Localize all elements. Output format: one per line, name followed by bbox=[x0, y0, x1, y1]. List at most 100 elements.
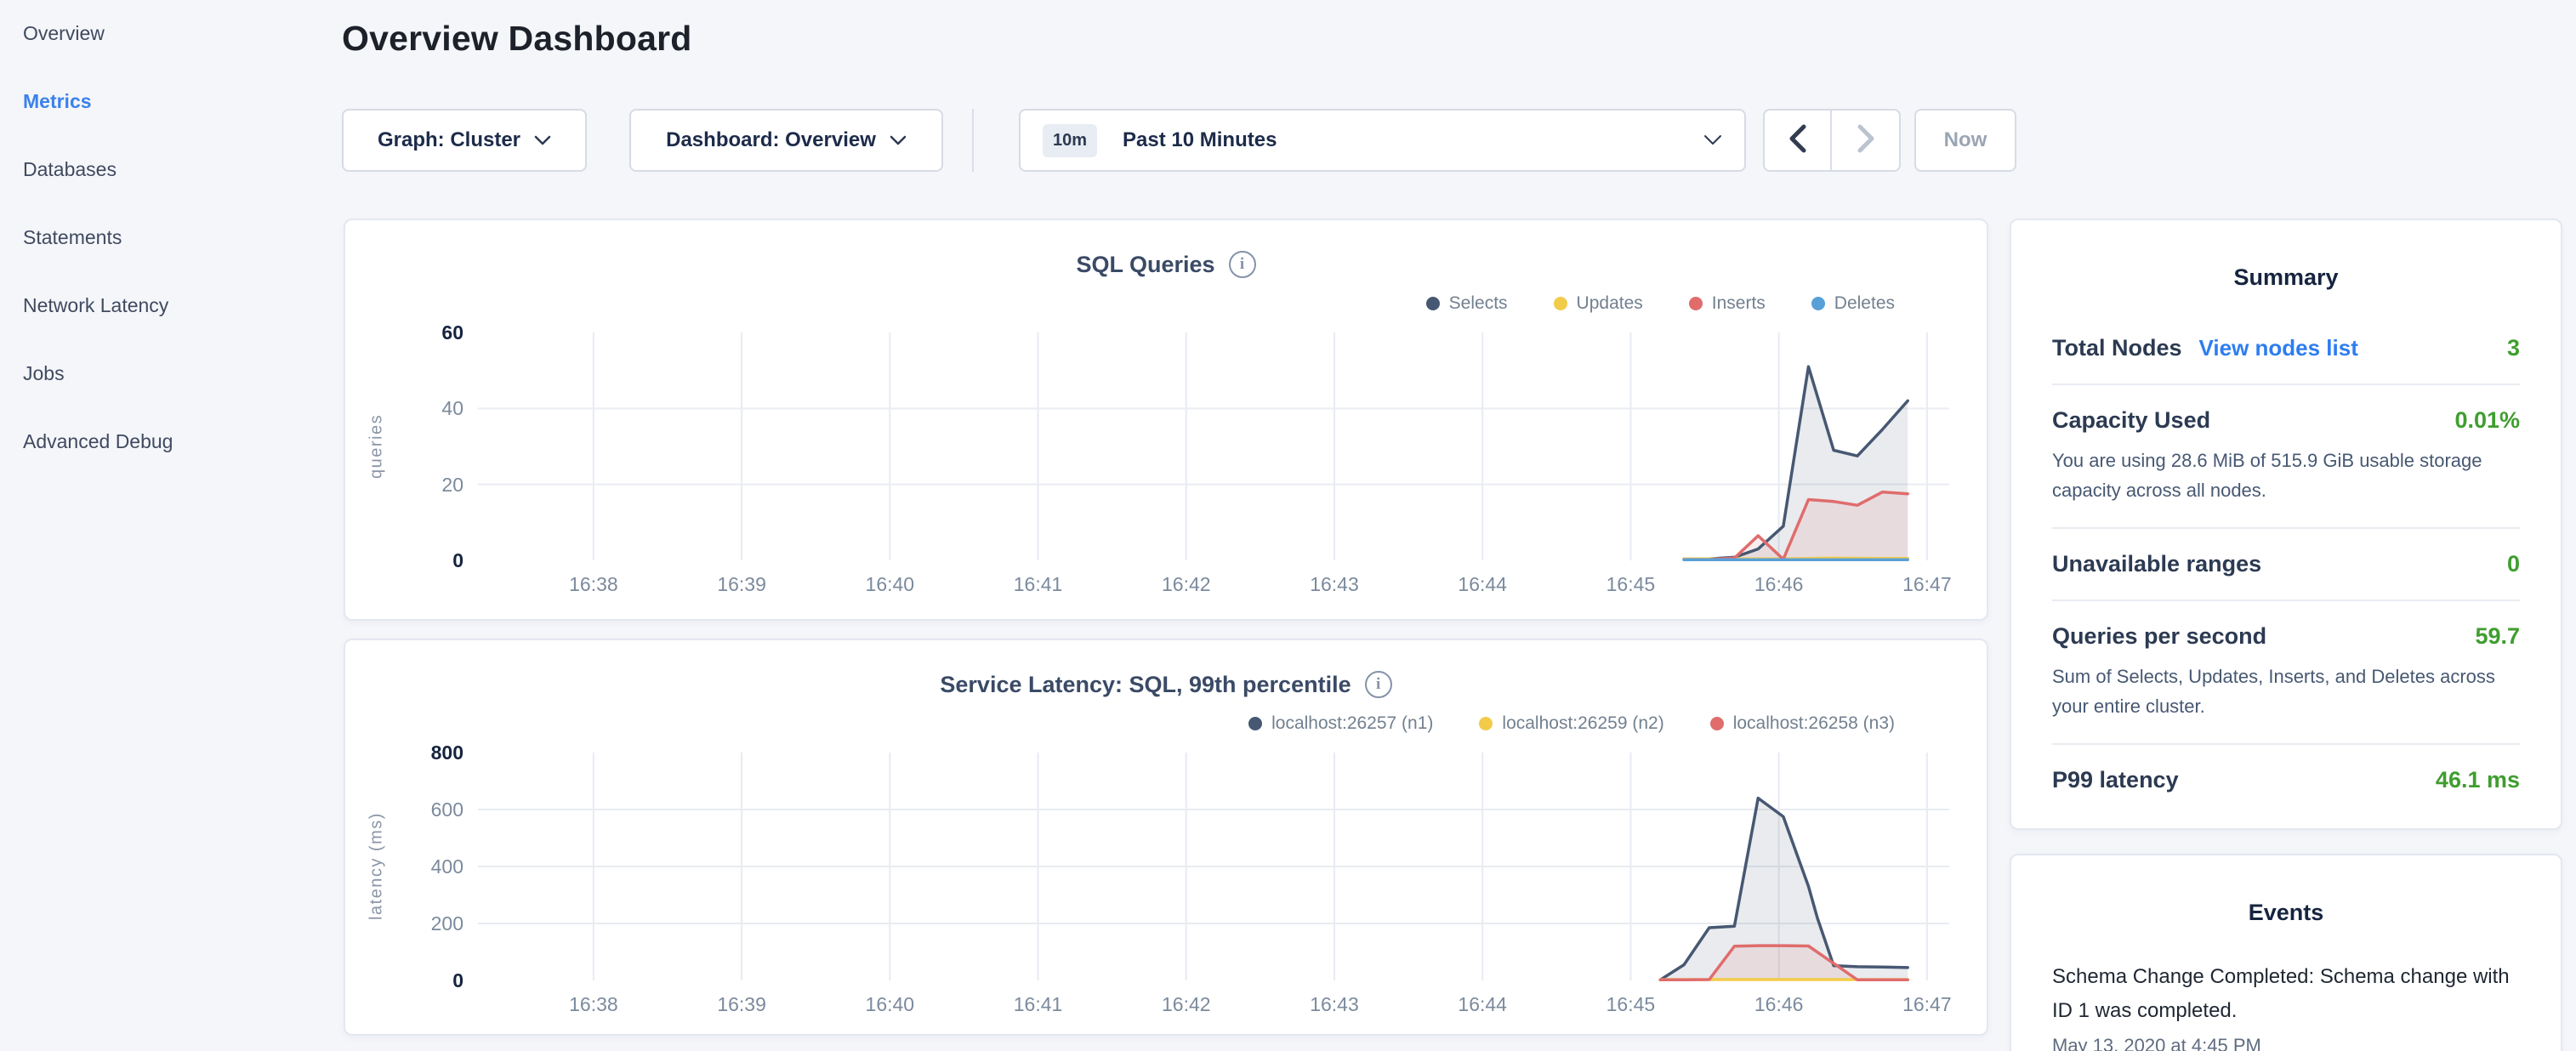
sidebar-item-statements[interactable]: Statements bbox=[23, 224, 122, 251]
sidebar-item-advanced-debug[interactable]: Advanced Debug bbox=[23, 428, 173, 455]
x-tick-label: 16:39 bbox=[695, 572, 788, 596]
graph-dropdown-label: Graph: Cluster bbox=[378, 128, 520, 152]
info-icon[interactable]: i bbox=[1365, 671, 1392, 698]
event-text: Schema Change Completed: Schema change w… bbox=[2052, 960, 2520, 1028]
time-range-label: Past 10 Minutes bbox=[1123, 128, 1277, 152]
sidebar-item-databases[interactable]: Databases bbox=[23, 156, 117, 183]
time-range-badge: 10m bbox=[1043, 124, 1097, 157]
x-tick-label: 16:42 bbox=[1140, 572, 1233, 596]
legend-item[interactable]: localhost:26257 (n1) bbox=[1248, 713, 1433, 734]
chart-svg bbox=[478, 753, 1949, 980]
stat-value: 59.7 bbox=[2475, 623, 2520, 650]
view-nodes-list-link[interactable]: View nodes list bbox=[2199, 335, 2358, 361]
chevron-down-icon bbox=[890, 135, 907, 146]
summary-capacity-used: Capacity Used 0.01% You are using 28.6 M… bbox=[2052, 383, 2520, 527]
events-panel: Events Schema Change Completed: Schema c… bbox=[2010, 854, 2562, 1051]
x-tick-label: 16:41 bbox=[992, 992, 1085, 1016]
x-tick-label: 16:39 bbox=[695, 992, 788, 1016]
legend-dot-icon bbox=[1710, 717, 1724, 730]
stat-value: 46.1 ms bbox=[2436, 767, 2520, 793]
chevron-down-icon bbox=[1703, 134, 1722, 146]
legend-dot-icon bbox=[1811, 297, 1825, 310]
x-tick-label: 16:44 bbox=[1436, 572, 1529, 596]
x-tick-label: 16:41 bbox=[992, 572, 1085, 596]
x-tick-label: 16:44 bbox=[1436, 992, 1529, 1016]
chart-legend: Selects Updates Inserts Deletes bbox=[1426, 293, 1895, 314]
legend-dot-icon bbox=[1426, 297, 1440, 310]
stat-value: 0.01% bbox=[2454, 407, 2520, 434]
sidebar: Overview Metrics Databases Statements Networ… bbox=[0, 0, 340, 1051]
x-tick-label: 16:38 bbox=[547, 992, 640, 1016]
stat-description: You are using 28.6 MiB of 515.9 GiB usab… bbox=[2052, 446, 2520, 505]
sidebar-item-jobs[interactable]: Jobs bbox=[23, 360, 65, 387]
y-tick-label: 60 bbox=[382, 321, 463, 344]
stat-description: Sum of Selects, Updates, Inserts, and De… bbox=[2052, 662, 2520, 721]
event-time: May 13, 2020 at 4:45 PM bbox=[2052, 1035, 2520, 1051]
now-button[interactable]: Now bbox=[1914, 109, 2016, 172]
next-time-button[interactable] bbox=[1832, 111, 1899, 170]
prev-time-button[interactable] bbox=[1765, 111, 1832, 170]
legend-item[interactable]: Updates bbox=[1554, 293, 1643, 314]
sidebar-item-metrics[interactable]: Metrics bbox=[23, 88, 92, 115]
legend-item[interactable]: localhost:26258 (n3) bbox=[1710, 713, 1895, 734]
x-tick-label: 16:47 bbox=[1880, 572, 1974, 596]
sql-queries-chart-card: SQL Queries i Selects Updates Inserts Delet… bbox=[344, 219, 1988, 621]
x-tick-label: 16:38 bbox=[547, 572, 640, 596]
legend-dot-icon bbox=[1689, 297, 1703, 310]
summary-panel: Summary Total Nodes View nodes list 3 Ca… bbox=[2010, 219, 2562, 830]
chart-plot[interactable] bbox=[478, 753, 1949, 980]
service-latency-chart-card: Service Latency: SQL, 99th percentile i … bbox=[344, 639, 1988, 1036]
legend-item[interactable]: Deletes bbox=[1811, 293, 1895, 314]
dashboard-dropdown[interactable]: Dashboard: Overview bbox=[629, 109, 943, 172]
graph-dropdown[interactable]: Graph: Cluster bbox=[342, 109, 587, 172]
stat-label: Unavailable ranges bbox=[2052, 551, 2261, 577]
y-tick-label: 20 bbox=[382, 473, 463, 497]
x-tick-label: 16:43 bbox=[1288, 992, 1381, 1016]
time-step-buttons bbox=[1763, 109, 1901, 172]
y-tick-label: 200 bbox=[382, 912, 463, 935]
time-range-dropdown[interactable]: 10m Past 10 Minutes bbox=[1019, 109, 1746, 172]
legend-item[interactable]: Inserts bbox=[1689, 293, 1766, 314]
x-tick-label: 16:46 bbox=[1732, 572, 1826, 596]
x-tick-label: 16:40 bbox=[843, 992, 936, 1016]
stat-label: P99 latency bbox=[2052, 767, 2179, 793]
y-tick-label: 0 bbox=[382, 969, 463, 992]
y-tick-label: 0 bbox=[382, 548, 463, 572]
stat-label: Capacity Used bbox=[2052, 407, 2210, 434]
chevron-down-icon bbox=[534, 135, 551, 146]
x-tick-label: 16:45 bbox=[1584, 572, 1677, 596]
legend-label: localhost:26257 (n1) bbox=[1271, 713, 1433, 734]
sidebar-item-network-latency[interactable]: Network Latency bbox=[23, 292, 168, 319]
chevron-right-icon bbox=[1855, 123, 1877, 158]
x-tick-label: 16:47 bbox=[1880, 992, 1974, 1016]
x-tick-label: 16:46 bbox=[1732, 992, 1826, 1016]
toolbar-divider bbox=[972, 109, 974, 172]
dashboard-dropdown-label: Dashboard: Overview bbox=[666, 128, 876, 152]
legend-dot-icon bbox=[1479, 717, 1493, 730]
x-tick-label: 16:40 bbox=[843, 572, 936, 596]
y-tick-label: 40 bbox=[382, 396, 463, 420]
y-tick-label: 600 bbox=[382, 798, 463, 821]
event-item[interactable]: Schema Change Completed: Schema change w… bbox=[2052, 960, 2520, 1051]
summary-queries-per-second: Queries per second 59.7 Sum of Selects, … bbox=[2052, 599, 2520, 743]
summary-total-nodes: Total Nodes View nodes list 3 bbox=[2052, 313, 2520, 383]
info-icon[interactable]: i bbox=[1229, 251, 1256, 278]
y-tick-label: 400 bbox=[382, 855, 463, 878]
chart-plot[interactable] bbox=[478, 332, 1949, 560]
summary-title: Summary bbox=[2052, 249, 2520, 313]
page-title: Overview Dashboard bbox=[342, 19, 691, 59]
chart-title: Service Latency: SQL, 99th percentile bbox=[940, 672, 1351, 698]
y-axis-label: queries bbox=[364, 332, 390, 560]
legend-item[interactable]: Selects bbox=[1426, 293, 1508, 314]
summary-p99-latency: P99 latency 46.1 ms bbox=[2052, 743, 2520, 815]
legend-dot-icon bbox=[1554, 297, 1567, 310]
legend-label: Selects bbox=[1449, 293, 1508, 314]
chart-legend: localhost:26257 (n1) localhost:26259 (n2)… bbox=[1248, 713, 1895, 734]
chart-title: SQL Queries bbox=[1076, 252, 1214, 278]
y-tick-label: 800 bbox=[382, 741, 463, 764]
x-tick-label: 16:45 bbox=[1584, 992, 1677, 1016]
sidebar-item-overview[interactable]: Overview bbox=[23, 20, 105, 47]
legend-label: localhost:26258 (n3) bbox=[1733, 713, 1895, 734]
legend-label: Inserts bbox=[1712, 293, 1766, 314]
legend-item[interactable]: localhost:26259 (n2) bbox=[1479, 713, 1663, 734]
